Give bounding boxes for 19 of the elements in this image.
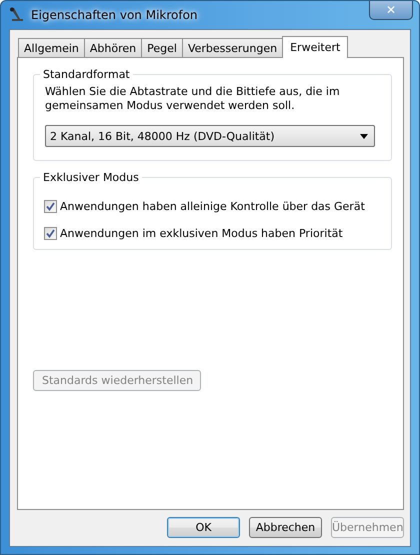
dialog-button[interactable]: OK xyxy=(167,517,240,538)
format-dropdown[interactable]: 2 Kanal, 16 Bit, 48000 Hz (DVD-Qualität) xyxy=(45,125,375,147)
tab[interactable]: Erweitert xyxy=(282,36,348,58)
checkbox-label: Anwendungen haben alleinige Kontrolle über das Gerät xyxy=(60,200,365,213)
group-title: Exklusiver Modus xyxy=(42,171,140,184)
checkbox[interactable] xyxy=(44,200,57,213)
tab[interactable]: Allgemein xyxy=(18,38,85,57)
description-text: Wählen Sie die Abtastrate und die Bittiefe aus, die im gemeinsamen Modus verwendet werden soll. xyxy=(45,85,341,113)
checkbox-label: Anwendungen im exklusiven Modus haben Priorität xyxy=(60,227,343,240)
dropdown-value: 2 Kanal, 16 Bit, 48000 Hz (DVD-Qualität) xyxy=(50,130,275,142)
checkbox[interactable] xyxy=(44,227,57,240)
tab[interactable]: Pegel xyxy=(141,38,183,57)
dialog-button[interactable]: Abbrechen xyxy=(249,517,322,538)
caret-icon xyxy=(360,134,368,138)
window-title: Eigenschaften von Mikrofon xyxy=(31,8,198,22)
tab[interactable]: Abhören xyxy=(84,38,142,57)
group-title: Standardformat xyxy=(42,68,131,81)
tab[interactable]: Verbesserungen xyxy=(182,38,284,57)
microphone-icon xyxy=(9,7,25,23)
